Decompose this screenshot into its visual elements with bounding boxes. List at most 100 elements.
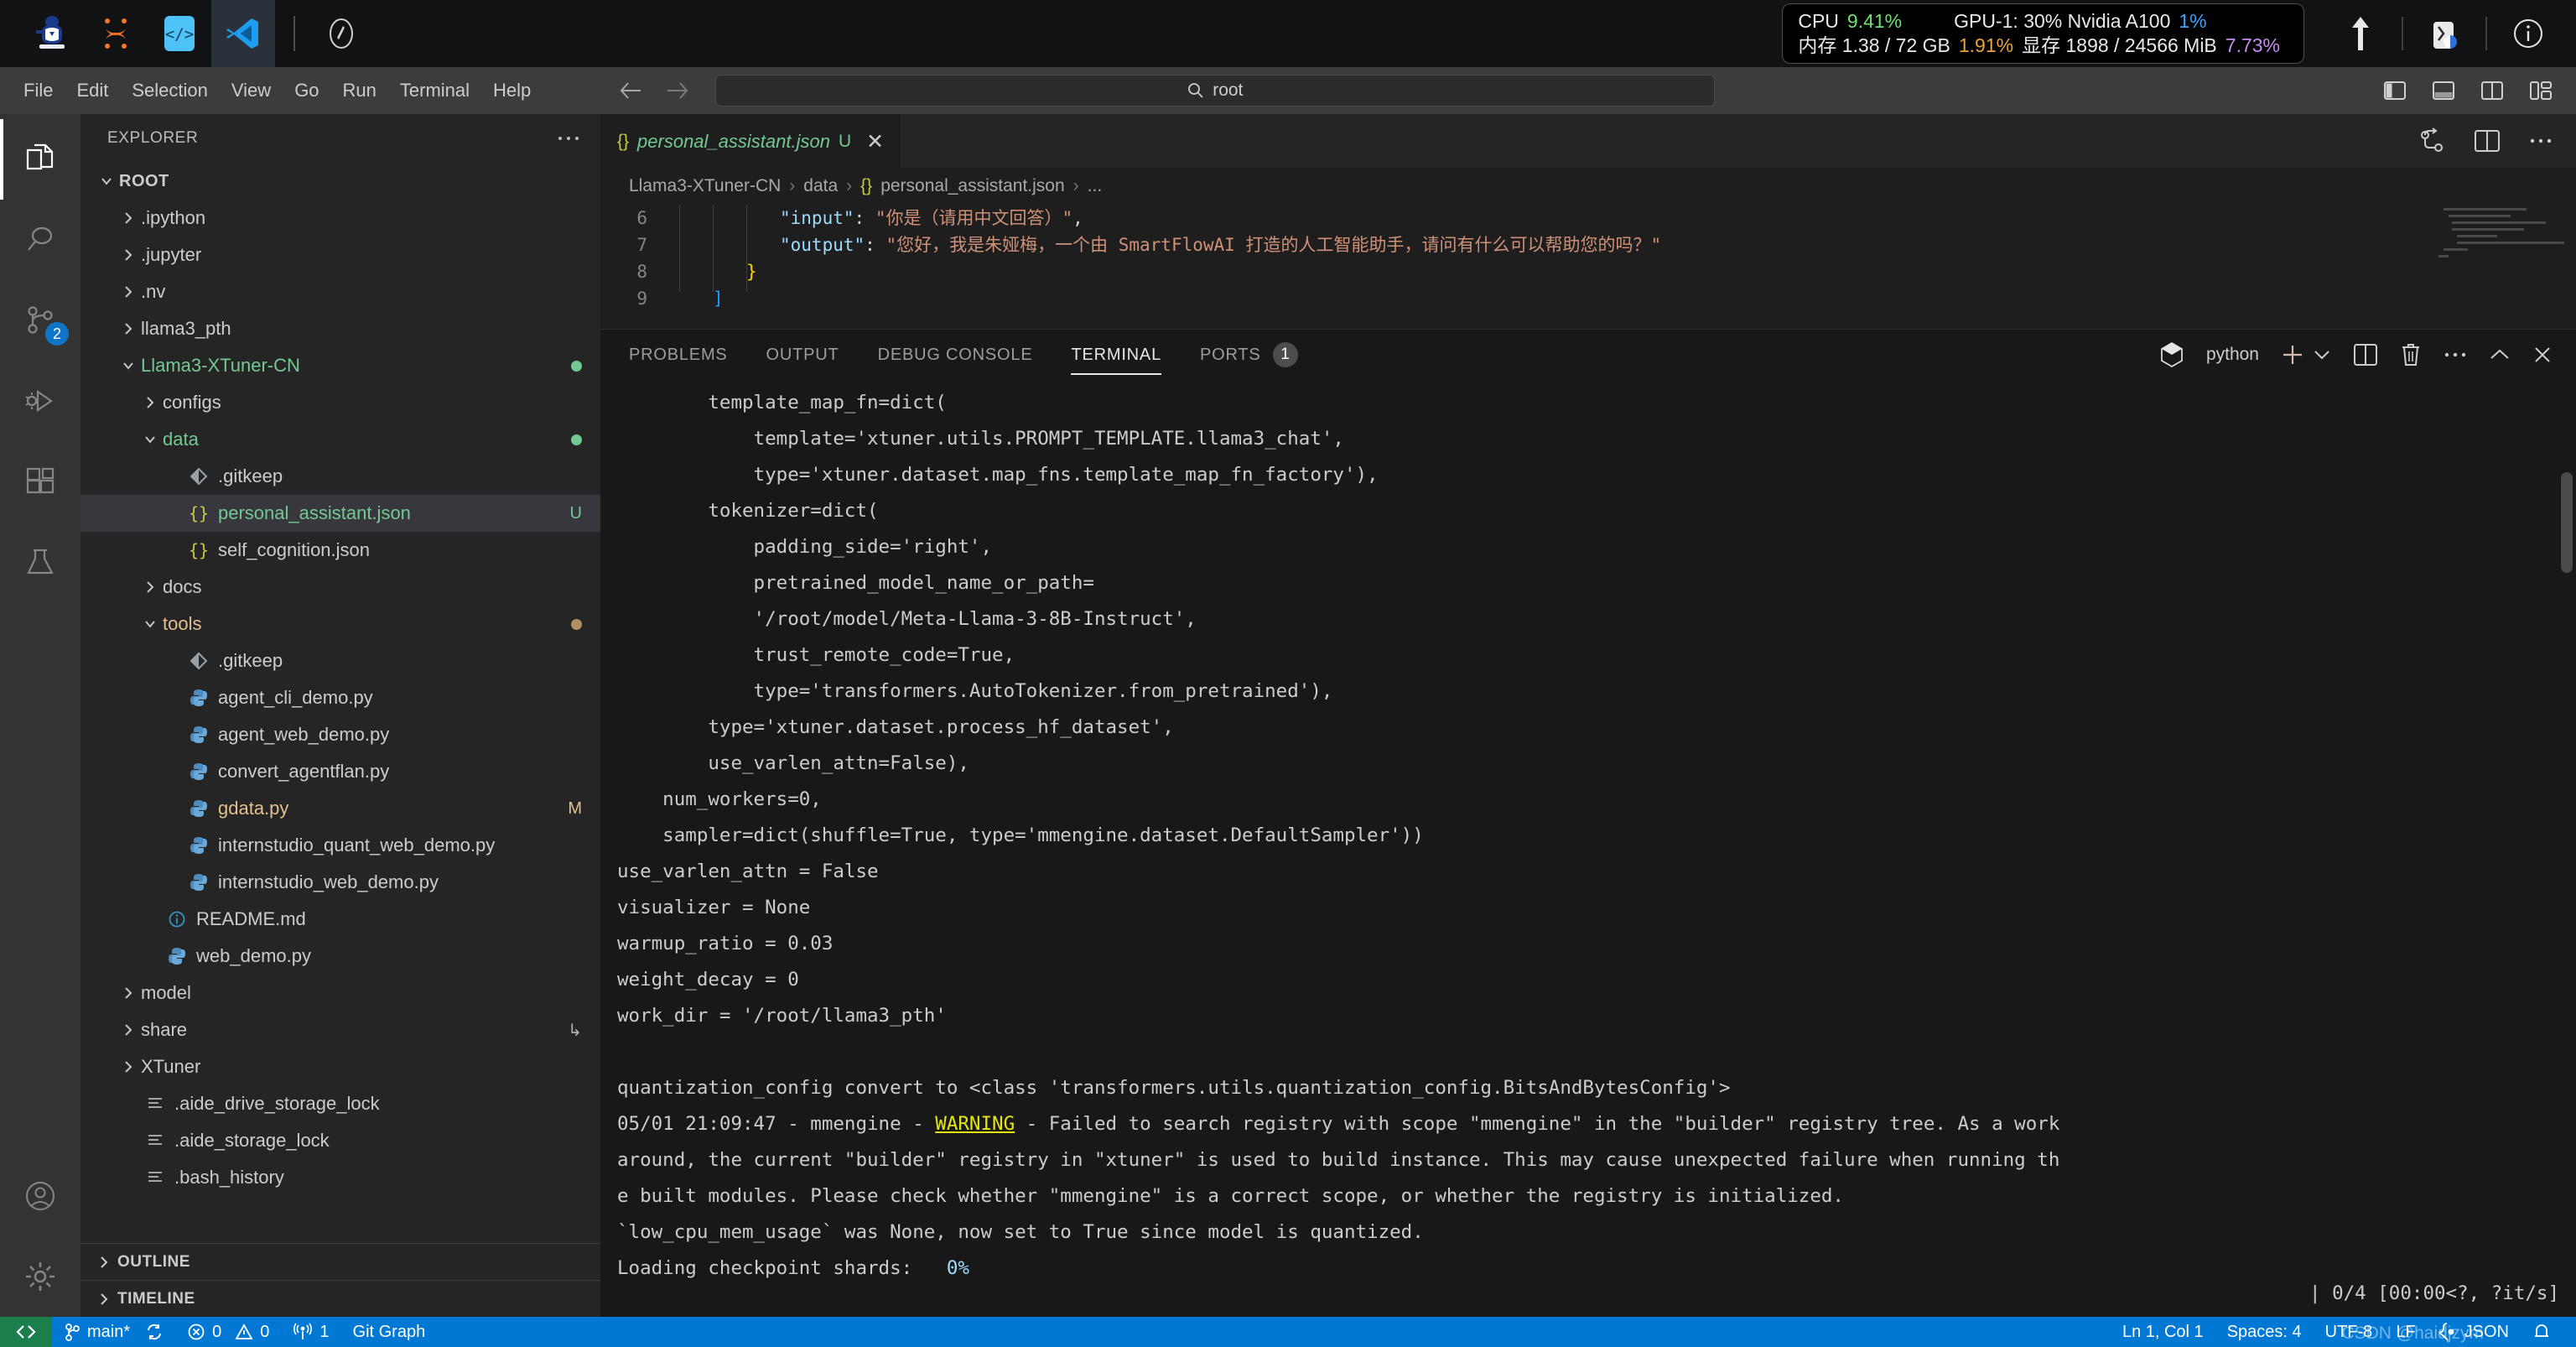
terminal-scrollbar[interactable] <box>2561 472 2573 573</box>
code-server-icon[interactable]: </> <box>148 0 211 67</box>
close-icon[interactable]: ✕ <box>866 129 884 154</box>
menu-item-file[interactable]: File <box>12 75 65 107</box>
toggle-secondary-sidebar-icon[interactable] <box>2480 80 2504 101</box>
vscode-icon[interactable] <box>211 0 275 67</box>
ellipsis-icon[interactable] <box>557 134 580 143</box>
tree-item-agent-web-demo-py[interactable]: agent_web_demo.py <box>80 716 600 753</box>
menu-item-selection[interactable]: Selection <box>120 75 220 107</box>
breadcrumb-item-2[interactable]: personal_assistant.json <box>880 176 1064 196</box>
tab-problems[interactable]: PROBLEMS <box>629 330 728 380</box>
tree-item-personal-assistant-json[interactable]: {} personal_assistant.json U <box>80 495 600 532</box>
toggle-panel-icon[interactable] <box>2432 80 2455 101</box>
arrow-right-icon[interactable] <box>665 80 690 101</box>
tree-item--aide-storage-lock[interactable]: .aide_storage_lock <box>80 1122 600 1159</box>
jupyter-icon[interactable] <box>84 0 148 67</box>
chevron-right-icon[interactable] <box>116 986 141 1001</box>
tree-item-self-cognition-json[interactable]: {} self_cognition.json <box>80 532 600 569</box>
status-git-graph[interactable]: Git Graph <box>341 1317 438 1347</box>
chevron-down-icon[interactable] <box>2313 348 2331 361</box>
tree-item-internstudio-web-demo-py[interactable]: internstudio_web_demo.py <box>80 864 600 901</box>
tree-item-share[interactable]: share ↳ <box>80 1012 600 1048</box>
minimap[interactable] <box>2430 208 2564 309</box>
tab-output[interactable]: OUTPUT <box>766 330 839 380</box>
accounts-button[interactable] <box>0 1156 80 1236</box>
sidebar-item-testing[interactable] <box>0 522 80 602</box>
menu-item-view[interactable]: View <box>220 75 283 107</box>
gear-icon[interactable] <box>0 1236 80 1317</box>
tree-item-configs[interactable]: configs <box>80 384 600 421</box>
tab-terminal[interactable]: TERMINAL <box>1071 330 1161 380</box>
sidebar-item-explorer[interactable] <box>0 119 80 200</box>
chevron-right-icon[interactable] <box>116 284 141 299</box>
tree-item-root[interactable]: ROOT <box>80 163 600 200</box>
customize-layout-icon[interactable] <box>2529 80 2553 101</box>
chevron-right-icon[interactable] <box>116 1059 141 1074</box>
status-notifications[interactable] <box>2521 1317 2563 1347</box>
toggle-primary-sidebar-icon[interactable] <box>2383 80 2407 101</box>
tree-item-data[interactable]: data <box>80 421 600 458</box>
breadcrumb-item-1[interactable]: data <box>803 176 838 196</box>
status-language-mode[interactable]: JSON <box>2428 1317 2521 1347</box>
status-cursor-position[interactable]: Ln 1, Col 1 <box>2111 1317 2215 1347</box>
tree-item-readme-md[interactable]: README.md <box>80 901 600 938</box>
menu-item-edit[interactable]: Edit <box>65 75 120 107</box>
upload-icon[interactable] <box>2333 6 2388 61</box>
more-actions-icon[interactable] <box>2444 351 2467 359</box>
kill-terminal-icon[interactable] <box>2400 342 2422 367</box>
tab-ports[interactable]: PORTS <box>1200 330 1261 380</box>
quick-search-input[interactable]: root <box>715 75 1716 107</box>
split-editor-icon[interactable] <box>2474 128 2501 153</box>
maximize-panel-icon[interactable] <box>2489 347 2511 362</box>
status-ports[interactable]: 1 <box>281 1317 340 1347</box>
tree-item--bash-history[interactable]: .bash_history <box>80 1159 600 1196</box>
menu-item-go[interactable]: Go <box>283 75 330 107</box>
tree-item-internstudio-quant-web-demo-py[interactable]: internstudio_quant_web_demo.py <box>80 827 600 864</box>
chevron-down-icon[interactable] <box>116 358 141 373</box>
terminal-output[interactable]: template_map_fn=dict( template='xtuner.u… <box>600 380 2576 1317</box>
chevron-right-icon[interactable] <box>116 321 141 336</box>
tree-item--ipython[interactable]: .ipython <box>80 200 600 237</box>
remote-window-icon[interactable] <box>0 1317 52 1347</box>
close-panel-icon[interactable] <box>2532 345 2553 365</box>
tree-item-llama3-pth[interactable]: llama3_pth <box>80 310 600 347</box>
tree-item--aide-drive-storage-lock[interactable]: .aide_drive_storage_lock <box>80 1085 600 1122</box>
tree-item--gitkeep[interactable]: .gitkeep <box>80 458 600 495</box>
status-problems[interactable]: 0 0 <box>175 1317 281 1347</box>
chevron-down-icon[interactable] <box>138 432 163 447</box>
arrow-left-icon[interactable] <box>618 80 643 101</box>
sidebar-item-extensions[interactable] <box>0 441 80 522</box>
tree-item-llama3-xtuner-cn[interactable]: Llama3-XTuner-CN <box>80 347 600 384</box>
network-icon[interactable] <box>2417 6 2472 61</box>
chevron-down-icon[interactable] <box>138 616 163 632</box>
breadcrumb-item-0[interactable]: Llama3-XTuner-CN <box>629 176 781 196</box>
chevron-right-icon[interactable] <box>138 580 163 595</box>
menu-item-run[interactable]: Run <box>331 75 388 107</box>
tree-item-model[interactable]: model <box>80 975 600 1012</box>
source-control-compare-icon[interactable] <box>2418 127 2445 154</box>
tree-item-agent-cli-demo-py[interactable]: agent_cli_demo.py <box>80 679 600 716</box>
tree-item--gitkeep[interactable]: .gitkeep <box>80 642 600 679</box>
status-encoding[interactable]: UTF-8 <box>2314 1317 2385 1347</box>
chevron-right-icon[interactable] <box>138 395 163 410</box>
tree-item--nv[interactable]: .nv <box>80 273 600 310</box>
sidebar-item-outline[interactable]: OUTLINE <box>80 1243 600 1280</box>
sidebar-item-source-control[interactable]: 2 <box>0 280 80 361</box>
split-terminal-icon[interactable] <box>2353 343 2378 367</box>
status-eol[interactable]: LF <box>2384 1317 2427 1347</box>
sidebar-item-search[interactable] <box>0 200 80 280</box>
compass-icon[interactable] <box>314 6 369 61</box>
tab-personal-assistant-json[interactable]: {} personal_assistant.json U ✕ <box>600 114 902 168</box>
sidebar-item-timeline[interactable]: TIMELINE <box>80 1280 600 1317</box>
chevron-down-icon[interactable] <box>94 174 119 189</box>
breadcrumb-item-3[interactable]: ... <box>1088 176 1103 196</box>
file-tree[interactable]: ROOT .ipython .jupyter .nv llama3_pth Llama3-… <box>80 163 600 1243</box>
code-editor[interactable]: 6 "input" : "你是（请用中文回答）" , 7 "output" : … <box>600 205 2576 329</box>
tree-item-tools[interactable]: tools <box>80 606 600 642</box>
sidebar-item-run-and-debug[interactable] <box>0 361 80 441</box>
new-terminal-icon[interactable] <box>2281 343 2304 367</box>
menu-item-help[interactable]: Help <box>481 75 543 107</box>
tree-item-docs[interactable]: docs <box>80 569 600 606</box>
status-branch[interactable]: main* <box>52 1317 175 1347</box>
tree-item-web-demo-py[interactable]: web_demo.py <box>80 938 600 975</box>
chevron-right-icon[interactable] <box>116 247 141 263</box>
